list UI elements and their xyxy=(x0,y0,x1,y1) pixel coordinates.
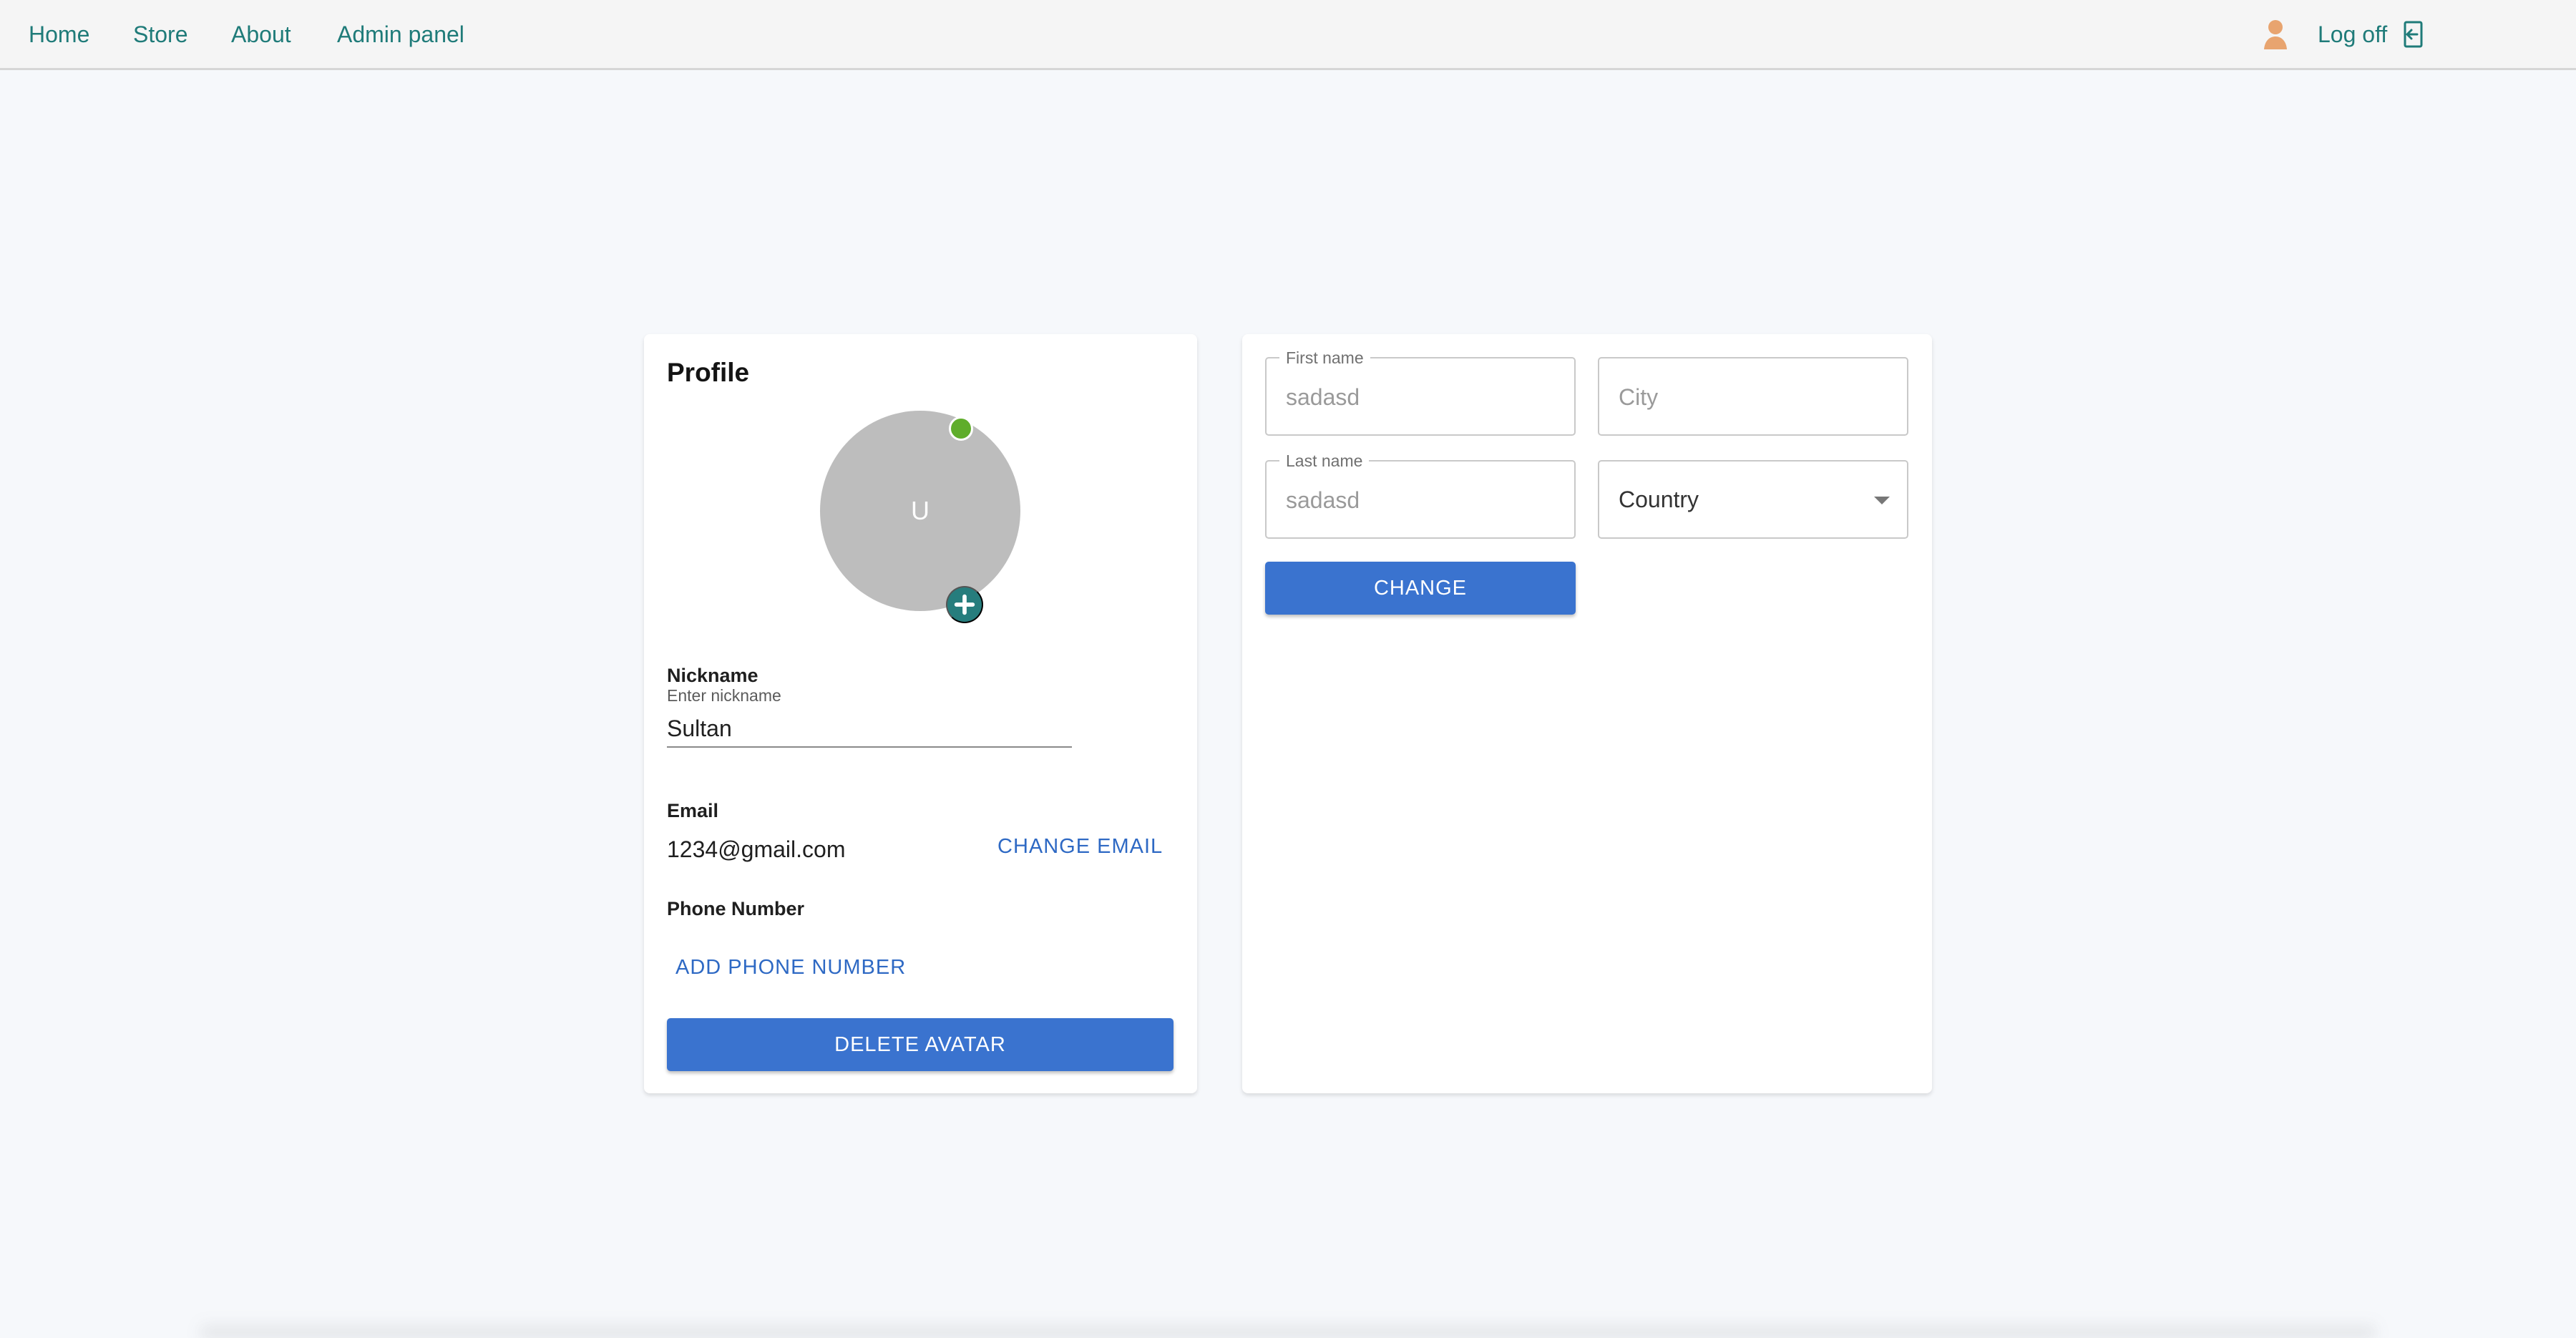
city-field xyxy=(1598,357,1908,436)
last-name-field: Last name xyxy=(1265,451,1576,539)
bottom-edge-shadow xyxy=(200,1320,2376,1338)
profile-title: Profile xyxy=(667,358,750,387)
first-name-input[interactable] xyxy=(1286,382,1551,412)
nav-admin-panel-link[interactable]: Admin panel xyxy=(337,21,464,48)
change-button[interactable]: CHANGE xyxy=(1265,562,1576,615)
country-select[interactable]: Country xyxy=(1599,462,1907,537)
avatar-container: U xyxy=(820,411,1020,623)
nickname-input[interactable] xyxy=(667,710,1072,748)
nav-store-link[interactable]: Store xyxy=(133,21,187,48)
email-value: 1234@gmail.com xyxy=(667,836,846,862)
add-phone-number-button[interactable]: ADD PHONE NUMBER xyxy=(675,955,906,980)
logoff-icon xyxy=(2404,21,2423,48)
log-off-label: Log off xyxy=(2318,21,2388,47)
first-name-label: First name xyxy=(1279,348,1370,367)
user-icon[interactable] xyxy=(2261,19,2290,50)
nav-about-link[interactable]: About xyxy=(231,21,291,48)
city-input[interactable] xyxy=(1619,382,1883,412)
log-off-button[interactable]: Log off xyxy=(2318,20,2426,49)
phone-number-label: Phone Number xyxy=(667,898,805,919)
avatar: U xyxy=(820,411,1020,611)
plus-icon xyxy=(954,594,975,615)
country-field: Country xyxy=(1598,460,1908,539)
top-navigation-bar: Home Store About Admin panel Log off xyxy=(0,0,2576,70)
change-email-button[interactable]: CHANGE EMAIL xyxy=(997,834,1163,859)
personal-details-card: First name Last name Country CHANGE xyxy=(1242,334,1932,1093)
nav-home-link[interactable]: Home xyxy=(29,21,89,48)
nickname-hint: Enter nickname xyxy=(667,686,781,705)
delete-avatar-button[interactable]: DELETE AVATAR xyxy=(667,1018,1174,1071)
first-name-field: First name xyxy=(1265,348,1576,436)
profile-page: Home Store About Admin panel Log off Pro… xyxy=(0,0,2576,1338)
avatar-initial: U xyxy=(911,496,930,525)
last-name-input[interactable] xyxy=(1286,485,1551,515)
profile-card: Profile U Nickname Enter nickname Email … xyxy=(644,334,1197,1093)
last-name-label: Last name xyxy=(1279,451,1370,470)
online-status-icon xyxy=(949,416,973,441)
email-label: Email xyxy=(667,800,719,821)
add-avatar-button[interactable] xyxy=(946,586,983,623)
nickname-label: Nickname xyxy=(667,665,758,686)
